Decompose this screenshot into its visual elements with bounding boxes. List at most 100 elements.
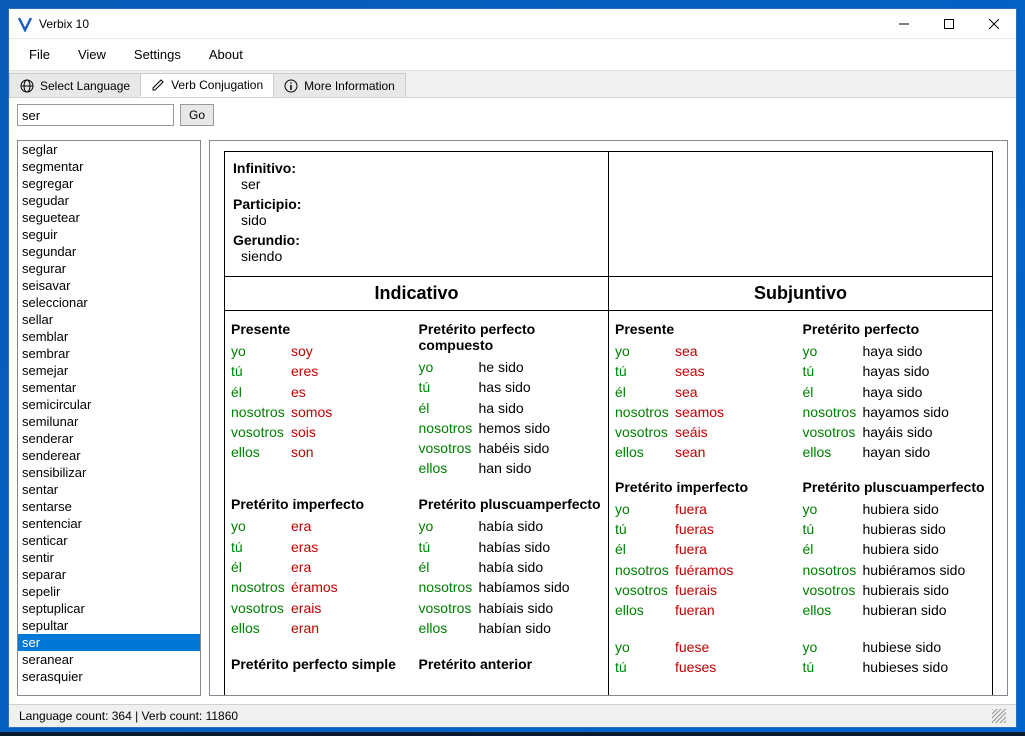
conjugation-row: yosea — [615, 341, 799, 361]
verb-form: hubiéramos sido — [863, 560, 966, 580]
verb-form: hubieses sido — [863, 657, 949, 677]
list-item[interactable]: semicircular — [18, 396, 200, 413]
verb-form: habéis sido — [479, 438, 550, 458]
pronoun: nosotros — [231, 402, 291, 422]
tab-label: More Information — [304, 79, 395, 93]
pronoun: vosotros — [615, 422, 675, 442]
tense-block: Presenteyosoytúeresélesnosotrossomosvoso… — [229, 317, 417, 492]
list-item[interactable]: seglar — [18, 141, 200, 158]
conjugation-row: ellosson — [231, 442, 415, 462]
list-item[interactable]: seguir — [18, 226, 200, 243]
list-item[interactable]: sentar — [18, 481, 200, 498]
list-item[interactable]: sembrar — [18, 345, 200, 362]
maximize-button[interactable] — [926, 9, 971, 38]
conjugation-row: yoera — [231, 516, 415, 536]
list-item[interactable]: sepultar — [18, 617, 200, 634]
list-item[interactable]: segundar — [18, 243, 200, 260]
tense-block: Pretérito perfecto compuestoyohe sidotúh… — [417, 317, 605, 492]
conjugation-panel[interactable]: Infinitivo: ser Participio: sido Gerundi… — [209, 140, 1008, 696]
list-item[interactable]: serasquier — [18, 668, 200, 685]
pronoun: yo — [615, 499, 675, 519]
verb-form: había sido — [479, 516, 544, 536]
conjugation-row: yohe sido — [419, 357, 603, 377]
list-item[interactable]: senderar — [18, 430, 200, 447]
conjugation-row: yohubiese sido — [803, 637, 987, 657]
list-item[interactable]: ser — [18, 634, 200, 651]
tense-title: Pretérito pluscuamperfecto — [419, 496, 603, 512]
pronoun: tú — [615, 657, 675, 677]
list-item[interactable]: segregar — [18, 175, 200, 192]
conjugation-row: élhubiera sido — [803, 539, 987, 559]
tense-title: Pretérito perfecto simple — [231, 656, 415, 672]
tense-grid: Presenteyosoytúeresélesnosotrossomosvoso… — [224, 311, 993, 696]
list-item[interactable]: segmentar — [18, 158, 200, 175]
list-item[interactable]: semblar — [18, 328, 200, 345]
list-item[interactable]: seisavar — [18, 277, 200, 294]
list-item[interactable]: seguetear — [18, 209, 200, 226]
verb-form: soy — [291, 341, 313, 361]
list-item[interactable]: segurar — [18, 260, 200, 277]
pronoun: ellos — [615, 600, 675, 620]
verb-form: ha sido — [479, 398, 524, 418]
list-item[interactable]: semilunar — [18, 413, 200, 430]
pronoun: yo — [803, 341, 863, 361]
verb-form: he sido — [479, 357, 524, 377]
conjugation-row: élfuera — [615, 539, 799, 559]
list-item[interactable]: sepelir — [18, 583, 200, 600]
verb-form: hayamos sido — [863, 402, 949, 422]
list-item[interactable]: sellar — [18, 311, 200, 328]
conjugation-row: nosotroshayamos sido — [803, 402, 987, 422]
verb-form: habían sido — [479, 618, 551, 638]
conjugation-row: yofuera — [615, 499, 799, 519]
verb-form: sea — [675, 382, 698, 402]
menu-view[interactable]: View — [66, 43, 118, 66]
conjugation-row: élera — [231, 557, 415, 577]
list-item[interactable]: septuplicar — [18, 600, 200, 617]
verb-form: fuera — [675, 499, 707, 519]
verb-form: haya sido — [863, 341, 923, 361]
menu-settings[interactable]: Settings — [122, 43, 193, 66]
verb-form: son — [291, 442, 314, 462]
verb-form: somos — [291, 402, 332, 422]
tense-block: Pretérito perfectoyohaya sidotúhayas sid… — [801, 317, 989, 475]
pronoun: tú — [231, 361, 291, 381]
minimize-button[interactable] — [881, 9, 926, 38]
list-item[interactable]: semejar — [18, 362, 200, 379]
list-item[interactable]: sensibilizar — [18, 464, 200, 481]
resize-grip[interactable] — [992, 709, 1006, 723]
list-item[interactable]: senticar — [18, 532, 200, 549]
list-item[interactable]: sentarse — [18, 498, 200, 515]
menu-file[interactable]: File — [17, 43, 62, 66]
conjugation-row: túhubieses sido — [803, 657, 987, 677]
list-item[interactable]: sementar — [18, 379, 200, 396]
pronoun: nosotros — [615, 402, 675, 422]
tab-select-language[interactable]: Select Language — [9, 73, 141, 97]
gerundio-value: siendo — [233, 248, 600, 264]
pronoun: vosotros — [419, 598, 479, 618]
list-item[interactable]: separar — [18, 566, 200, 583]
tabbar: Select Language Verb Conjugation More In… — [9, 70, 1016, 98]
list-item[interactable]: sentir — [18, 549, 200, 566]
list-item[interactable]: senderear — [18, 447, 200, 464]
pronoun: yo — [803, 499, 863, 519]
go-button[interactable]: Go — [180, 104, 214, 126]
close-button[interactable] — [971, 9, 1016, 38]
list-item[interactable]: seleccionar — [18, 294, 200, 311]
verb-list[interactable]: seglarsegmentarsegregarsegudarseguetears… — [18, 141, 200, 695]
tense-block: Pretérito imperfectoyofueratúfuerasélfue… — [613, 475, 801, 633]
verb-form: hubierais sido — [863, 580, 949, 600]
list-item[interactable]: segudar — [18, 192, 200, 209]
verb-form: fuerais — [675, 580, 717, 600]
tab-verb-conjugation[interactable]: Verb Conjugation — [140, 73, 274, 97]
tab-more-info[interactable]: More Information — [273, 73, 406, 97]
verb-input[interactable] — [17, 104, 174, 126]
conjugation-row: túeras — [231, 537, 415, 557]
pronoun: ellos — [419, 458, 479, 478]
subjuntivo-column: Presenteyoseatúseasélseanosotrosseamosvo… — [609, 311, 992, 695]
globe-icon — [20, 79, 34, 93]
menu-about[interactable]: About — [197, 43, 255, 66]
list-item[interactable]: sentenciar — [18, 515, 200, 532]
list-item[interactable]: seranear — [18, 651, 200, 668]
pronoun: vosotros — [615, 580, 675, 600]
statusbar: Language count: 364 | Verb count: 11860 — [9, 704, 1016, 727]
